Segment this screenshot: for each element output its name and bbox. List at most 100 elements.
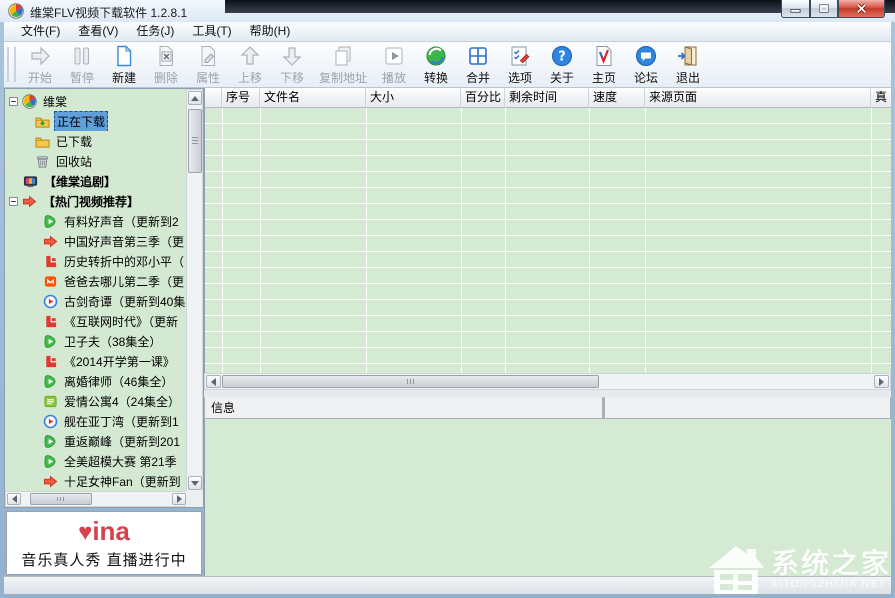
title-bar[interactable]: 维棠FLV视频下载软件 1.2.8.1 [0,0,895,22]
toolbar-button-label: 转换 [424,69,448,86]
tree-item[interactable]: 爱情公寓4（24集全） [5,391,187,411]
pause-icon [70,44,94,68]
play-circle-icon [43,414,58,429]
column-header-5[interactable]: 剩余时间 [505,88,589,108]
panel-splitter[interactable] [204,390,891,397]
tree-item[interactable]: 《2014开学第一课》 [5,351,187,371]
column-header-8[interactable]: 真 [871,88,891,108]
red-arrow-icon [22,194,37,209]
tree-expander-icon[interactable] [9,97,18,106]
table-horizontal-scrollbar[interactable] [204,373,891,390]
toolbar-options-button[interactable]: 选项 [499,42,541,87]
trash-icon [35,154,50,169]
tree-item-label: 离婚律师（46集全） [62,372,175,391]
window-title: 维棠FLV视频下载软件 1.2.8.1 [30,4,187,21]
scrollbar-corner [186,491,203,507]
toolbar-homepage-button[interactable]: 主页 [583,42,625,87]
toolbar-button-label: 关于 [550,69,574,86]
tree-item[interactable]: 【热门视频推荐】 [5,191,187,211]
play-green-icon [43,214,58,229]
toolbar-button-label: 新建 [112,69,136,86]
scroll-right-icon[interactable] [172,493,186,505]
column-header-0[interactable] [205,88,222,108]
toolbar-button-label: 上移 [238,69,262,86]
toolbar-button-label: 下移 [280,69,304,86]
scroll-up-icon[interactable] [188,91,202,105]
toolbar-button-label: 论坛 [634,69,658,86]
tree-item[interactable]: 历史转折中的邓小平（ [5,251,187,271]
tree-item[interactable]: 已下载 [5,131,187,151]
close-button[interactable] [838,0,885,18]
toolbar-start-button: 开始 [19,42,61,87]
grid-line [222,108,223,373]
column-header-1[interactable]: 序号 [222,88,260,108]
column-header-3[interactable]: 大小 [366,88,461,108]
tree-item[interactable]: 正在下载 [5,111,187,131]
tree-item-label: 中国好声音第三季（更 [62,232,186,251]
tree-expander-icon[interactable] [9,197,18,206]
grid-line [871,108,872,373]
tree-item[interactable]: 离婚律师（46集全） [5,371,187,391]
tree-item[interactable]: 卫子夫（38集全） [5,331,187,351]
scroll-right-icon[interactable] [874,375,889,388]
tree-item[interactable]: 回收站 [5,151,187,171]
info-header-label[interactable]: 信息 [204,397,603,419]
tree-item-label: 维棠 [41,92,69,111]
toolbar-convert-button[interactable]: 转换 [415,42,457,87]
tree-item[interactable]: 十足女神Fan（更新到 [5,471,187,491]
scroll-left-icon[interactable] [206,375,221,388]
tree-item[interactable]: 古剑奇谭（更新到40集 [5,291,187,311]
download-table-body[interactable] [204,108,891,373]
tree-horizontal-scrollbar[interactable] [5,491,188,507]
menu-item-1[interactable]: 查看(V) [69,22,127,41]
menu-bar: 文件(F)查看(V)任务(J)工具(T)帮助(H) [4,22,891,42]
toolbar-new-task-button[interactable]: 新建 [103,42,145,87]
menu-item-0[interactable]: 文件(F) [12,22,69,41]
column-header-4[interactable]: 百分比 [461,88,505,108]
download-table-header: 序号文件名大小百分比剩余时间速度来源页面真 [204,88,891,108]
menu-item-4[interactable]: 帮助(H) [241,22,300,41]
tree-item[interactable]: 维棠 [5,91,187,111]
tree-item[interactable]: 中国好声音第三季（更 [5,231,187,251]
column-header-2[interactable]: 文件名 [260,88,366,108]
column-header-7[interactable]: 来源页面 [645,88,871,108]
table-hscroll-thumb[interactable] [222,375,599,388]
mango-tv-icon [43,274,58,289]
tree-item[interactable]: 【维棠追剧】 [5,171,187,191]
tree-item[interactable]: 爸爸去哪儿第二季（更 [5,271,187,291]
tree-item[interactable]: 舰在亚丁湾（更新到1 [5,411,187,431]
play-circle-icon [43,294,58,309]
info-panel-content [204,419,891,576]
tree-item-label: 全美超模大赛 第21季 [62,452,179,471]
ad-banner[interactable]: ♥ina 音乐真人秀 直播进行中 [6,511,202,575]
scroll-down-icon[interactable] [188,476,202,490]
play-green-icon [43,454,58,469]
tree-item[interactable]: 重返巅峰（更新到201 [5,431,187,451]
caption-buttons [781,0,885,18]
toolbar-about-button[interactable]: ?关于 [541,42,583,87]
tv-icon [23,174,38,189]
toolbar-button-label: 主页 [592,69,616,86]
column-header-6[interactable]: 速度 [589,88,645,108]
grid-line [645,108,646,373]
menu-item-3[interactable]: 工具(T) [183,22,240,41]
toolbar-merge-button[interactable]: 合并 [457,42,499,87]
scroll-left-icon[interactable] [7,493,21,505]
maximize-button[interactable] [810,0,838,18]
minimize-button[interactable] [781,0,810,18]
toolbar-forum-button[interactable]: 论坛 [625,42,667,87]
toolbar-button-label: 删除 [154,69,178,86]
tree-vscroll-thumb[interactable] [188,109,202,173]
tree-item[interactable]: 全美超模大赛 第21季 [5,451,187,471]
tree-item-label: 已下载 [54,132,94,151]
tree-vertical-scrollbar[interactable] [186,89,203,492]
info-panel-header: 信息 [204,397,891,419]
menu-item-2[interactable]: 任务(J) [127,22,183,41]
tree-item[interactable]: 有料好声音（更新到2 [5,211,187,231]
category-tree: 维棠正在下载已下载回收站【维棠追剧】【热门视频推荐】有料好声音（更新到2中国好声… [5,89,187,494]
tree-item[interactable]: 《互联网时代》（更新 [5,311,187,331]
info-header-extra[interactable] [604,397,891,419]
tree-hscroll-thumb[interactable] [30,493,92,505]
vidown-app-icon [8,3,24,19]
toolbar-exit-button[interactable]: 退出 [667,42,709,87]
